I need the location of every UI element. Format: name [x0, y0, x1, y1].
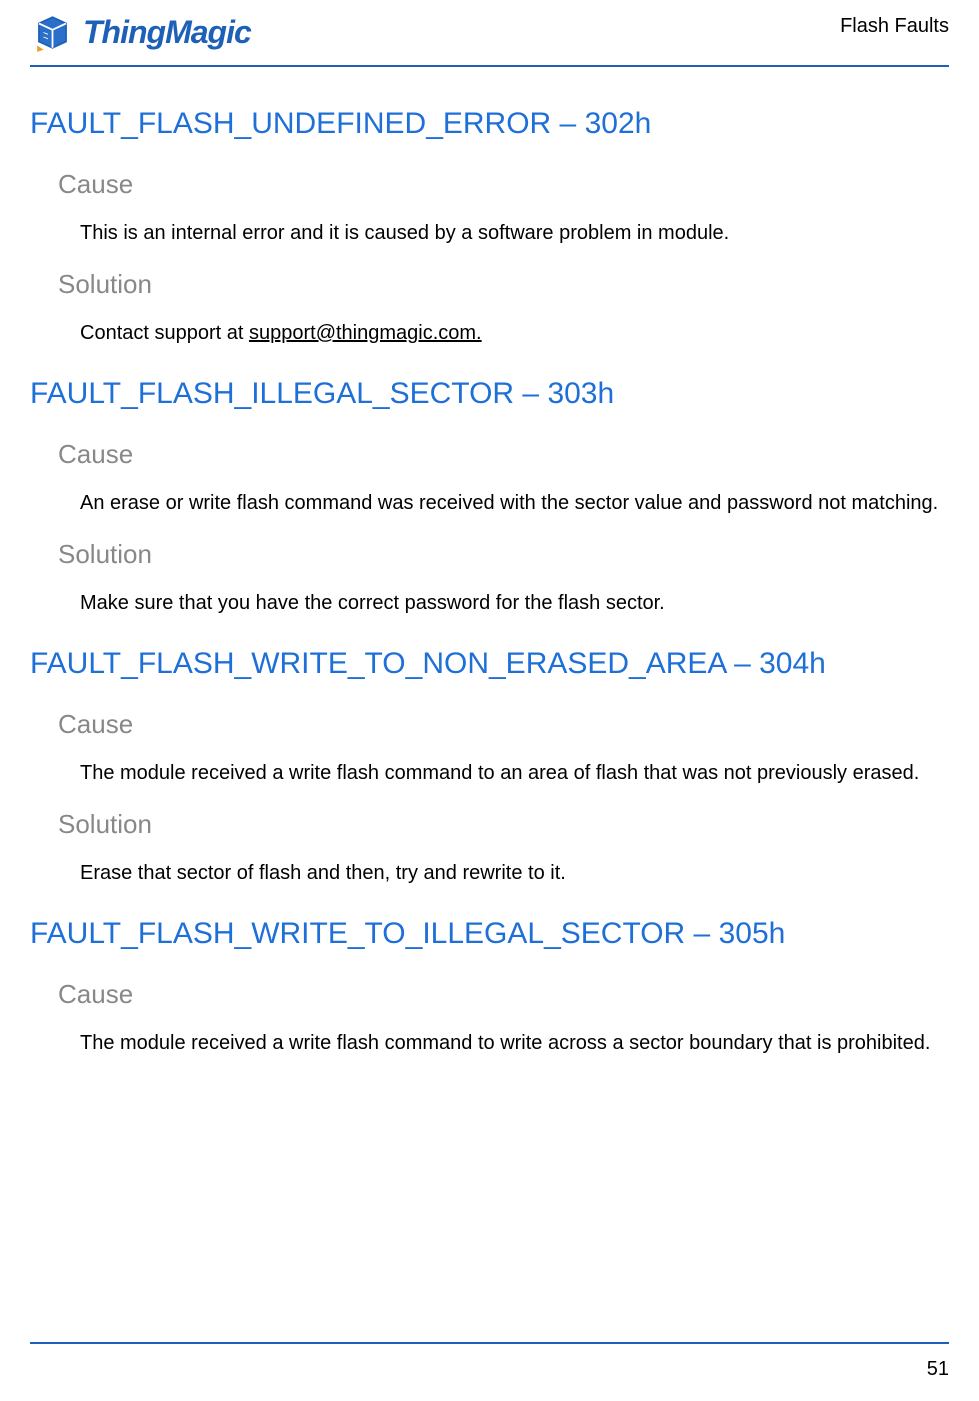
page-header: ThingMagic Flash Faults [30, 0, 949, 67]
fault-302-cause-label: Cause [58, 169, 949, 200]
fault-305-cause-label: Cause [58, 979, 949, 1010]
brand-logo: ThingMagic [30, 10, 251, 55]
fault-305-title: FAULT_FLASH_WRITE_TO_ILLEGAL_SECTOR – 30… [30, 917, 949, 951]
support-email-link[interactable]: support@thingmagic.com. [249, 322, 482, 344]
page-number: 51 [927, 1358, 949, 1380]
fault-304-cause-label: Cause [58, 709, 949, 740]
brand-name: ThingMagic [83, 14, 251, 51]
fault-302-title: FAULT_FLASH_UNDEFINED_ERROR – 302h [30, 107, 949, 141]
fault-305-cause-text: The module received a write flash comman… [80, 1030, 949, 1057]
fault-304-cause-text: The module received a write flash comman… [80, 760, 949, 787]
header-section-title: Flash Faults [840, 10, 949, 38]
page-footer: 51 [30, 1342, 949, 1381]
fault-303-solution-label: Solution [58, 539, 949, 570]
fault-304-solution-label: Solution [58, 809, 949, 840]
fault-304-solution-text: Erase that sector of flash and then, try… [80, 860, 949, 887]
fault-304-title: FAULT_FLASH_WRITE_TO_NON_ERASED_AREA – 3… [30, 647, 949, 681]
fault-302-solution-label: Solution [58, 269, 949, 300]
page-content: FAULT_FLASH_UNDEFINED_ERROR – 302h Cause… [30, 107, 949, 1057]
solution-prefix: Contact support at [80, 322, 249, 344]
cube-icon [30, 10, 75, 55]
fault-302-cause-text: This is an internal error and it is caus… [80, 220, 949, 247]
fault-302-solution-text: Contact support at support@thingmagic.co… [80, 320, 949, 347]
fault-303-cause-label: Cause [58, 439, 949, 470]
fault-303-title: FAULT_FLASH_ILLEGAL_SECTOR – 303h [30, 377, 949, 411]
fault-303-solution-text: Make sure that you have the correct pass… [80, 590, 949, 617]
fault-303-cause-text: An erase or write flash command was rece… [80, 490, 949, 517]
